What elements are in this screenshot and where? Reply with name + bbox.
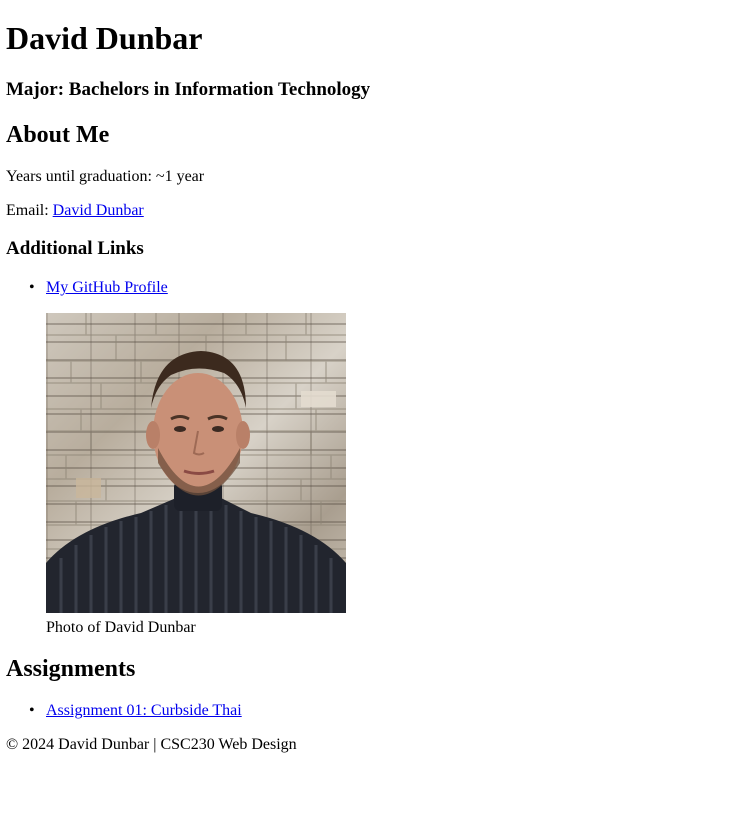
additional-links-heading: Additional Links — [6, 238, 144, 259]
email-label: Email: — [6, 202, 53, 219]
profile-photo-figure: Photo of David Dunbar — [46, 313, 346, 637]
footer-text: © 2024 David Dunbar | CSC230 Web Design — [6, 736, 297, 753]
photo-caption: Photo of David Dunbar — [46, 619, 196, 636]
major-heading: Major: Bachelors in Information Technolo… — [6, 79, 371, 100]
email-link[interactable]: David Dunbar — [53, 202, 144, 219]
about-heading: About Me — [6, 122, 110, 148]
list-item: Assignment 01: Curbside Thai — [6, 701, 242, 720]
page-title: David Dunbar — [6, 20, 203, 56]
github-profile-link[interactable]: My GitHub Profile — [46, 279, 168, 296]
assignments-heading: Assignments — [6, 656, 136, 682]
profile-photo — [46, 313, 346, 613]
graduation-text: Years until graduation: ~1 year — [6, 168, 205, 185]
portrait-illustration — [46, 313, 346, 613]
assignments-list: Assignment 01: Curbside Thai — [6, 701, 242, 720]
additional-links-list: My GitHub Profile — [6, 278, 168, 297]
list-item: My GitHub Profile — [6, 278, 168, 297]
assignment-01-link[interactable]: Assignment 01: Curbside Thai — [46, 702, 242, 719]
email-line: Email: David Dunbar — [6, 201, 144, 220]
